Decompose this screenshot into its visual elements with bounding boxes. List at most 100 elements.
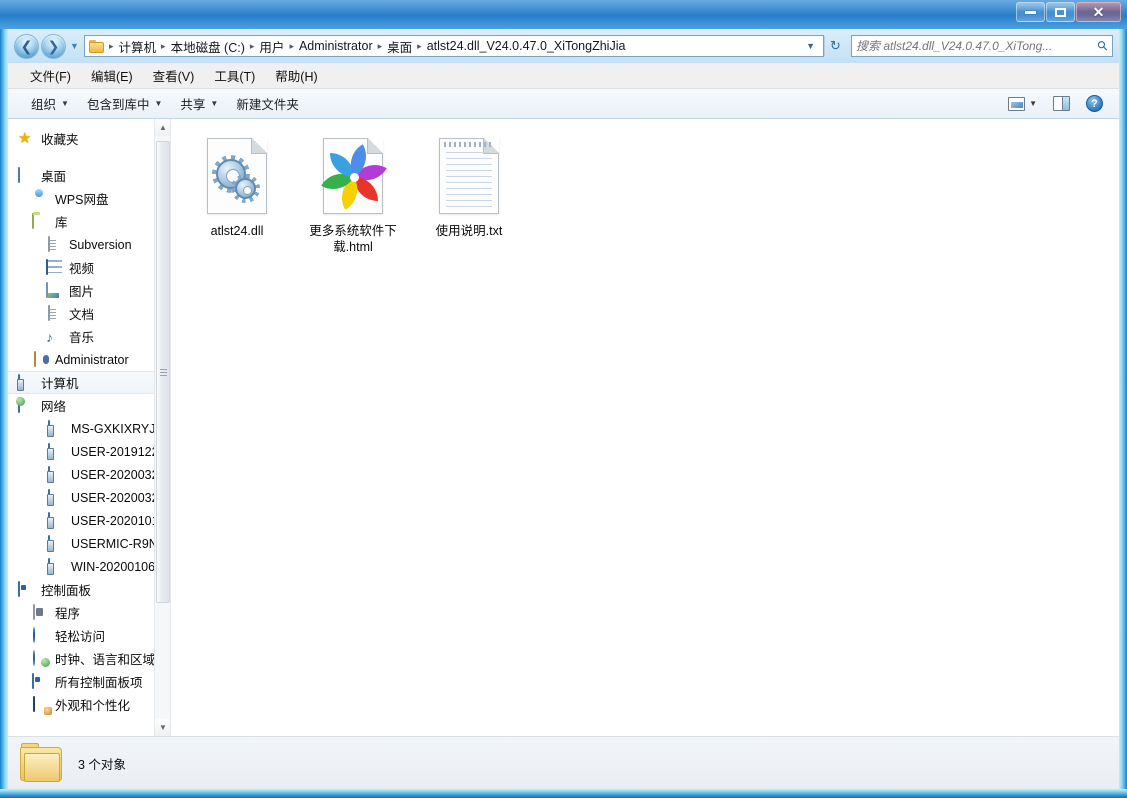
menu-file[interactable]: 文件(F) <box>20 63 81 88</box>
minimize-button[interactable] <box>1016 2 1045 22</box>
sidebar-item-documents[interactable]: 文档 <box>8 302 170 325</box>
breadcrumb-item-3[interactable]: Administrator <box>296 39 376 53</box>
sidebar-item-desktop[interactable]: 桌面 <box>8 164 170 187</box>
file-icon-wrap <box>313 133 393 219</box>
breadcrumb: ▸ 计算机 ▸ 本地磁盘 (C:) ▸ 用户 ▸ Administrator ▸… <box>89 37 800 56</box>
breadcrumb-item-4[interactable]: 桌面 <box>384 37 415 56</box>
scroll-down-button[interactable]: ▼ <box>155 719 170 736</box>
file-item-html[interactable]: 更多系统软件下载.html <box>301 133 405 255</box>
close-icon: ✕ <box>1092 4 1105 20</box>
new-folder-button[interactable]: 新建文件夹 <box>227 90 308 117</box>
menu-view[interactable]: 查看(V) <box>143 63 205 88</box>
close-button[interactable]: ✕ <box>1076 2 1121 22</box>
document-icon <box>46 235 64 253</box>
sidebar-item-network-computer[interactable]: USER-20191220I <box>8 440 170 463</box>
breadcrumb-separator-3[interactable]: ▸ <box>287 41 296 52</box>
sidebar-item-clock-language-region[interactable]: 时钟、语言和区域 <box>8 647 170 670</box>
recent-locations-button[interactable]: ▼ <box>70 41 80 51</box>
maximize-icon <box>1055 7 1066 17</box>
sidebar-item-network[interactable]: 网络 <box>8 394 170 417</box>
file-item-dll[interactable]: atlst24.dll <box>185 133 289 255</box>
breadcrumb-separator-0[interactable]: ▸ <box>107 41 116 52</box>
sidebar-item-pictures[interactable]: 图片 <box>8 279 170 302</box>
organize-button[interactable]: 组织 ▼ <box>22 90 78 117</box>
menu-help[interactable]: 帮助(H) <box>265 63 327 88</box>
menu-tools[interactable]: 工具(T) <box>204 63 265 88</box>
refresh-button[interactable]: ↻ <box>824 36 846 56</box>
search-box[interactable]: ⚲ <box>851 35 1113 57</box>
sidebar-item-subversion[interactable]: Subversion <box>8 233 170 256</box>
sidebar-item-network-computer[interactable]: USER-20201017I <box>8 509 170 532</box>
include-in-library-label: 包含到库中 <box>86 98 150 112</box>
breadcrumb-item-0[interactable]: 计算机 <box>116 37 160 56</box>
command-bar: 组织 ▼ 包含到库中 ▼ 共享 ▼ 新建文件夹 ▼ ? <box>8 89 1119 119</box>
breadcrumb-separator-1[interactable]: ▸ <box>159 41 168 52</box>
sidebar-item-network-computer[interactable]: USER-20200326' <box>8 486 170 509</box>
sidebar-item-videos[interactable]: 视频 <box>8 256 170 279</box>
file-icon-wrap <box>429 133 509 219</box>
status-bar: 3 个对象 <box>8 736 1119 789</box>
sidebar-item-appearance-personalization[interactable]: 外观和个性化 <box>8 693 170 716</box>
sidebar-item-label: 文档 <box>69 308 95 322</box>
sidebar-item-network-computer[interactable]: MS-GXKIXRYJLV <box>8 417 170 440</box>
sidebar-item-label: 所有控制面板项 <box>55 676 143 690</box>
window-controls: ✕ <box>1016 2 1121 22</box>
page-fold-icon <box>251 138 267 154</box>
sidebar-item-administrator[interactable]: Administrator <box>8 348 170 371</box>
new-folder-label: 新建文件夹 <box>236 98 299 112</box>
breadcrumb-separator-2[interactable]: ▸ <box>248 41 257 52</box>
sidebar-item-libraries[interactable]: 库 <box>8 210 170 233</box>
breadcrumb-item-1[interactable]: 本地磁盘 (C:) <box>168 37 248 56</box>
sidebar-item-label: 网络 <box>41 400 67 414</box>
change-view-button[interactable]: ▼ <box>1004 94 1041 114</box>
preview-pane-button[interactable] <box>1049 93 1074 114</box>
address-dropdown-icon[interactable]: ▼ <box>800 41 821 51</box>
notepad-lines-glyph <box>446 147 492 207</box>
sidebar-item-network-computer[interactable]: USER-20200320( <box>8 463 170 486</box>
sidebar-item-network-computer[interactable]: USERMIC-R9N2! <box>8 532 170 555</box>
navigation-pane: ★ 收藏夹 桌面 WPS网盘 库 Subversion 视频 图片 文档 ♪ 音… <box>8 119 171 736</box>
file-list-view[interactable]: atlst24.dll 更多系统软件下载.html 使用说明.txt <box>171 119 1119 736</box>
menu-bar: 文件(F) 编辑(E) 查看(V) 工具(T) 帮助(H) <box>8 63 1119 89</box>
scrollbar-thumb[interactable] <box>156 141 170 603</box>
window-border-left <box>0 0 8 798</box>
breadcrumb-separator-4[interactable]: ▸ <box>376 41 385 52</box>
sidebar-item-label: 图片 <box>69 285 95 299</box>
scroll-up-button[interactable]: ▲ <box>155 119 170 136</box>
help-icon: ? <box>1086 95 1103 112</box>
file-icon-wrap <box>197 133 277 219</box>
organize-label: 组织 <box>31 98 57 112</box>
picture-icon <box>46 281 64 299</box>
maximize-button[interactable] <box>1046 2 1075 22</box>
sidebar-item-computer[interactable]: 计算机 <box>8 371 170 394</box>
sidebar-item-wps-cloud[interactable]: WPS网盘 <box>8 187 170 210</box>
breadcrumb-separator-5[interactable]: ▸ <box>415 41 424 52</box>
sidebar-item-label: WPS网盘 <box>55 193 109 207</box>
tree-gap <box>8 150 170 164</box>
forward-button[interactable]: ❯ <box>41 33 66 59</box>
search-input[interactable] <box>856 39 1099 53</box>
file-item-txt[interactable]: 使用说明.txt <box>417 133 521 255</box>
help-button[interactable]: ? <box>1082 92 1107 115</box>
sidebar-item-label: Subversion <box>69 237 132 252</box>
sidebar-item-label: 控制面板 <box>41 584 92 598</box>
sidebar-item-all-control-panel-items[interactable]: 所有控制面板项 <box>8 670 170 693</box>
breadcrumb-item-2[interactable]: 用户 <box>256 37 287 56</box>
cloud-icon <box>32 191 50 207</box>
sidebar-item-label: 轻松访问 <box>55 630 106 644</box>
address-bar[interactable]: ▸ 计算机 ▸ 本地磁盘 (C:) ▸ 用户 ▸ Administrator ▸… <box>84 35 824 57</box>
breadcrumb-item-5[interactable]: atlst24.dll_V24.0.47.0_XiTongZhiJia <box>424 39 629 53</box>
sidebar-item-programs[interactable]: 程序 <box>8 601 170 624</box>
navigation-pane-scrollbar[interactable]: ▲ ▼ <box>154 119 170 736</box>
sidebar-item-favorites[interactable]: ★ 收藏夹 <box>8 127 170 150</box>
sidebar-item-control-panel[interactable]: 控制面板 <box>8 578 170 601</box>
menu-edit[interactable]: 编辑(E) <box>81 63 143 88</box>
computer-icon <box>48 465 66 483</box>
include-in-library-button[interactable]: 包含到库中 ▼ <box>78 90 171 117</box>
back-button[interactable]: ❮ <box>14 33 39 59</box>
sidebar-item-music[interactable]: ♪ 音乐 <box>8 325 170 348</box>
sidebar-item-ease-of-access[interactable]: 轻松访问 <box>8 624 170 647</box>
explorer-window: ✕ ❮ ❯ ▼ ▸ 计算机 ▸ 本地磁盘 (C:) ▸ 用户 ▸ Adminis… <box>0 0 1127 798</box>
sidebar-item-network-computer[interactable]: WIN-20200106G <box>8 555 170 578</box>
share-button[interactable]: 共享 ▼ <box>171 90 227 117</box>
